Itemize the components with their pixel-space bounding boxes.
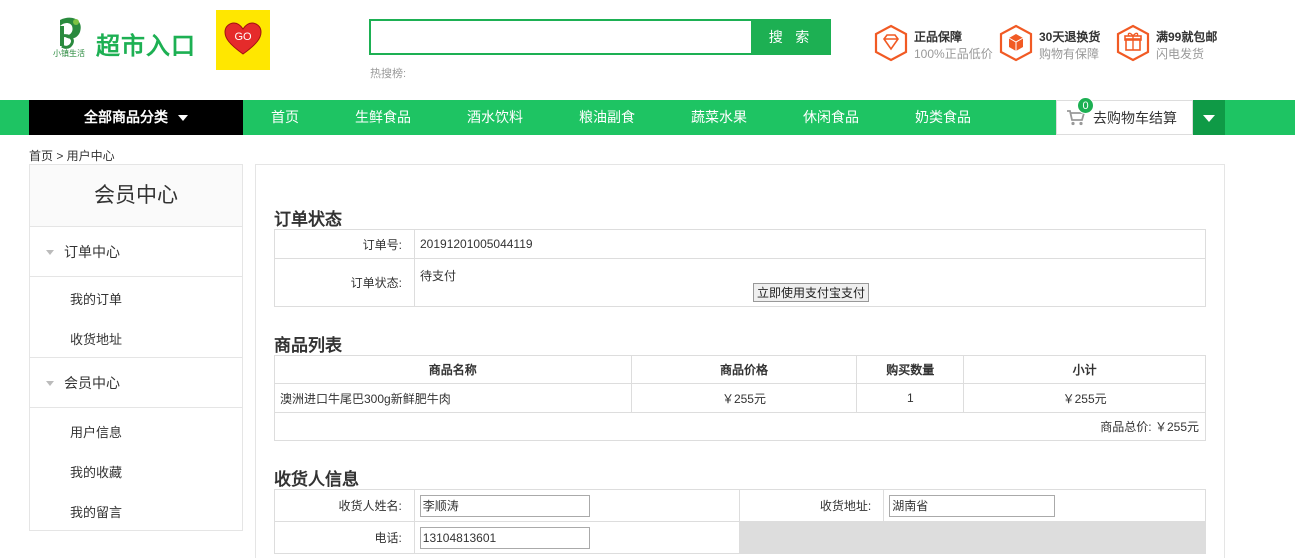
sidebar-group-label: 会员中心 [64, 375, 120, 391]
col-header-qty: 购买数量 [856, 355, 965, 384]
promise-genuine: 正品保障 100%正品低价 [874, 24, 1004, 64]
go-badge-text: GO [234, 31, 252, 43]
nav-item-veg-fruit[interactable]: 蔬菜水果 [691, 100, 747, 135]
nav-item-snacks[interactable]: 休闲食品 [803, 100, 859, 135]
promise-shipping: 满99就包邮 闪电发货 [1116, 24, 1226, 64]
receiver-phone-label: 电话: [274, 521, 415, 554]
goods-subtotal: ￥255元 [963, 383, 1206, 413]
triangle-down-icon [46, 250, 54, 255]
caret-down-icon [1203, 115, 1215, 122]
promise-title: 正品保障 [914, 30, 963, 44]
search-button[interactable]: 搜 索 [751, 19, 831, 55]
all-categories-button[interactable]: 全部商品分类 [29, 100, 243, 135]
col-header-name: 商品名称 [274, 355, 632, 384]
cart-count-badge: 0 [1077, 97, 1094, 114]
table-row: 订单状态: 待支付 [274, 258, 1206, 307]
sidebar-title: 会员中心 [30, 165, 242, 227]
logo-small-text: 小镇生活 [53, 49, 85, 58]
search-input[interactable] [369, 19, 752, 55]
table-row: 澳洲进口牛尾巴300g新鲜肥牛肉 ￥255元 1 ￥255元 [274, 383, 1206, 413]
cart-label: 去购物车结算 [1093, 110, 1177, 126]
nav-item-home[interactable]: 首页 [271, 100, 299, 135]
goods-list-title: 商品列表 [274, 336, 342, 355]
box-icon [999, 24, 1033, 62]
receiver-address-label: 收货地址: [739, 489, 885, 522]
order-no-label: 订单号: [274, 229, 415, 259]
order-detail-panel: 订单状态 订单号: 20191201005044119 订单状态: 待支付 立即… [255, 164, 1225, 558]
sidebar-group-orders[interactable]: 订单中心 [30, 227, 242, 277]
nav-item-grain-oil[interactable]: 粮油副食 [579, 100, 635, 135]
nav-item-dairy[interactable]: 奶类食品 [915, 100, 971, 135]
promise-subtitle: 购物有保障 [1039, 47, 1100, 61]
receiver-phone-input[interactable] [419, 526, 590, 549]
table-row: 电话: [274, 521, 1206, 554]
sidebar-item-user-info[interactable]: 用户信息 [70, 422, 122, 441]
diamond-icon [874, 24, 908, 62]
hot-search-label: 热搜榜: [370, 68, 407, 80]
brand-text: 超市入口 [96, 33, 196, 60]
nav-item-fresh[interactable]: 生鲜食品 [355, 100, 411, 135]
receiver-name-label: 收货人姓名: [274, 489, 415, 522]
col-header-subtotal: 小计 [963, 355, 1206, 384]
order-status-label: 订单状态: [274, 258, 415, 307]
goods-qty: 1 [856, 383, 965, 413]
alipay-pay-button[interactable]: 立即使用支付宝支付 [753, 283, 870, 302]
promise-title: 30天退换货 [1039, 30, 1101, 44]
receiver-info-title: 收货人信息 [274, 470, 359, 489]
sidebar-group-member[interactable]: 会员中心 [30, 358, 242, 408]
table-header-row: 商品名称 商品价格 购买数量 小计 [274, 355, 1206, 384]
cart-dropdown-toggle[interactable] [1193, 100, 1225, 135]
caret-down-icon [178, 115, 188, 122]
table-row: 订单号: 20191201005044119 [274, 229, 1206, 259]
site-header: 小镇生活 超市入口 GO 搜 索 热搜榜: 正品保障 100%正品低价 30天退… [0, 0, 1295, 100]
promise-subtitle: 100%正品低价 [914, 47, 993, 61]
table-row: 商品总价: ￥255元 [274, 412, 1206, 441]
goods-name[interactable]: 澳洲进口牛尾巴300g新鲜肥牛肉 [274, 383, 632, 413]
gift-icon [1116, 24, 1150, 62]
site-logo[interactable]: 小镇生活 超市入口 [46, 14, 216, 64]
promise-title: 满99就包邮 [1156, 30, 1218, 44]
all-categories-label: 全部商品分类 [84, 109, 168, 125]
goods-price: ￥255元 [630, 383, 858, 413]
search-bar: 搜 索 [369, 19, 831, 55]
empty-cell [739, 521, 1206, 554]
nav-item-drinks[interactable]: 酒水饮料 [467, 100, 523, 135]
promise-return: 30天退换货 购物有保障 [999, 24, 1109, 64]
receiver-address-input[interactable] [889, 494, 1056, 517]
triangle-down-icon [46, 381, 54, 386]
sidebar-item-favorites[interactable]: 我的收藏 [70, 462, 122, 481]
receiver-table: 收货人姓名: 收货地址: 电话: [274, 489, 1206, 554]
sidebar-item-addresses[interactable]: 收货地址 [70, 329, 122, 348]
sidebar-item-my-orders[interactable]: 我的订单 [70, 289, 122, 308]
order-status-table: 订单号: 20191201005044119 订单状态: 待支付 [274, 229, 1206, 307]
breadcrumb: 首页 > 用户中心 [29, 149, 115, 163]
go-badge[interactable]: GO [216, 10, 270, 70]
col-header-price: 商品价格 [630, 355, 858, 384]
order-status-title: 订单状态 [274, 210, 342, 229]
sidebar-group-label: 订单中心 [64, 244, 120, 260]
promise-subtitle: 闪电发货 [1156, 47, 1205, 61]
sidebar-item-messages[interactable]: 我的留言 [70, 502, 122, 521]
table-row: 收货人姓名: 收货地址: [274, 489, 1206, 522]
receiver-name-input[interactable] [419, 494, 590, 517]
member-sidebar: 会员中心 订单中心 我的订单 收货地址 会员中心 用户信息 我的收藏 我的留言 [29, 164, 243, 531]
goods-table: 商品名称 商品价格 购买数量 小计 澳洲进口牛尾巴300g新鲜肥牛肉 ￥255元… [274, 355, 1206, 441]
cart-button[interactable]: 0 去购物车结算 [1056, 97, 1193, 135]
heart-go-icon: GO [224, 22, 262, 55]
goods-total: 商品总价: ￥255元 [274, 412, 1206, 441]
order-no-value: 20191201005044119 [414, 229, 1206, 259]
